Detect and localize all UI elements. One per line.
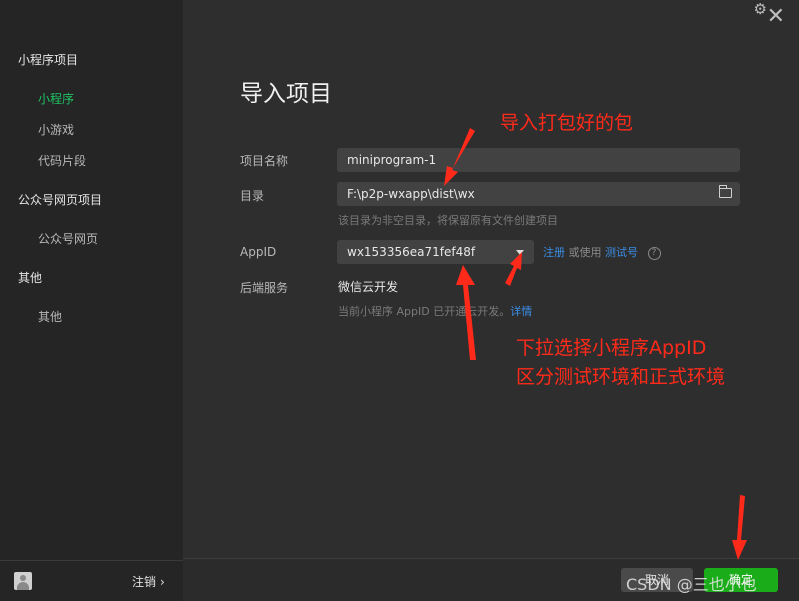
sidebar-item-minigame[interactable]: 小游戏 <box>38 121 74 138</box>
appid-value: wx153356ea71fef48f <box>347 245 476 259</box>
register-link[interactable]: 注册 <box>543 246 565 259</box>
backend-label: 后端服务 <box>240 281 289 295</box>
directory-field[interactable]: F:\p2p-wxapp\dist\wx <box>337 182 740 206</box>
backend-value: 微信云开发 <box>338 280 399 294</box>
appid-select[interactable]: wx153356ea71fef48f <box>337 240 534 264</box>
main-panel: ⚙ ✕ 导入项目 项目名称 miniprogram-1 目录 F:\p2p-wx… <box>183 0 799 601</box>
sidebar: 小程序项目 小程序 小游戏 代码片段 公众号网页项目 公众号网页 其他 其他 注… <box>0 0 183 601</box>
sidebar-section-miniprogram: 小程序项目 <box>18 53 79 67</box>
backend-hint: 当前小程序 AppID 已开通云开发。详情 <box>338 303 532 319</box>
gear-icon[interactable]: ⚙ <box>754 0 767 18</box>
sidebar-item-code-snippet[interactable]: 代码片段 <box>38 152 86 169</box>
appid-label: AppID <box>240 245 277 259</box>
sidebar-item-other[interactable]: 其他 <box>38 308 62 325</box>
or-use-text: 或使用 <box>568 246 602 259</box>
sidebar-footer: 注销 › <box>0 560 183 601</box>
close-icon[interactable]: ✕ <box>767 4 785 29</box>
project-name-label: 项目名称 <box>240 154 289 168</box>
details-link[interactable]: 详情 <box>510 305 532 318</box>
sidebar-item-official-web[interactable]: 公众号网页 <box>38 230 98 247</box>
chevron-right-icon: › <box>160 575 165 589</box>
sidebar-section-other: 其他 <box>18 271 43 285</box>
annotation-appid-line2: 区分测试环境和正式环境 <box>516 366 726 388</box>
logout-label: 注销 <box>132 575 157 589</box>
directory-value: F:\p2p-wxapp\dist\wx <box>347 187 475 201</box>
help-icon[interactable]: ? <box>647 246 661 260</box>
test-account-link[interactable]: 测试号 <box>605 246 638 259</box>
project-name-field[interactable]: miniprogram-1 <box>337 148 740 172</box>
sidebar-item-miniprogram[interactable]: 小程序 <box>38 90 74 107</box>
caret-down-icon <box>516 250 524 255</box>
annotation-import-note: 导入打包好的包 <box>500 112 634 134</box>
watermark: CSDN @三也小也 <box>626 575 757 594</box>
page-title: 导入项目 <box>240 81 332 107</box>
annotation-appid-line1: 下拉选择小程序AppID <box>516 337 707 359</box>
logout-button[interactable]: 注销 › <box>132 573 165 590</box>
sidebar-section-official-web: 公众号网页项目 <box>18 193 103 207</box>
directory-label: 目录 <box>240 189 265 203</box>
avatar[interactable] <box>14 572 32 590</box>
directory-hint: 该目录为非空目录，将保留原有文件创建项目 <box>338 214 558 227</box>
folder-icon[interactable] <box>718 185 732 198</box>
appid-links: 注册 或使用 测试号 ? <box>543 244 661 260</box>
project-name-value: miniprogram-1 <box>347 153 437 167</box>
backend-hint-text: 当前小程序 AppID 已开通云开发。 <box>338 305 511 318</box>
